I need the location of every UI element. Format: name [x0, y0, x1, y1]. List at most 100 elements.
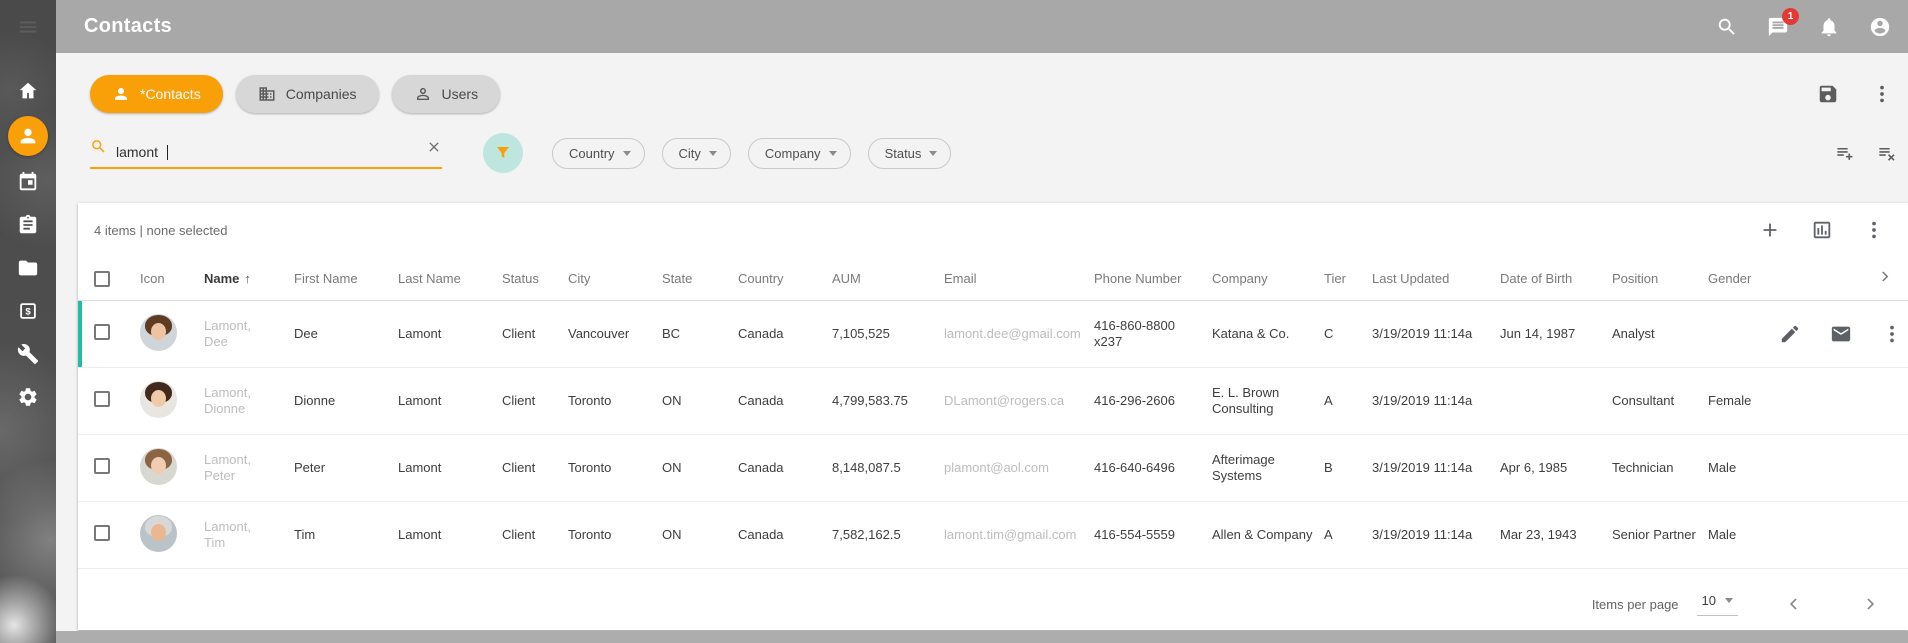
table-row[interactable]: Lamont, Tim Tim Lamont Client Toronto ON…: [78, 502, 1908, 569]
row-options-kebab-icon[interactable]: [1880, 322, 1904, 346]
avatar: [140, 515, 177, 552]
row-checkbox[interactable]: [94, 458, 110, 474]
tab-users[interactable]: Users: [392, 75, 501, 113]
cell-phone: 416-296-2606: [1094, 393, 1212, 409]
cell-city: Toronto: [568, 460, 662, 476]
filter-funnel-button[interactable]: [483, 133, 523, 173]
cell-company: E. L. Brown Consulting: [1212, 385, 1324, 417]
sidebar-item-tools[interactable]: [0, 332, 56, 375]
chat-badge: 1: [1782, 8, 1799, 25]
column-header-first[interactable]: First Name: [294, 271, 398, 286]
cell-company: Allen & Company: [1212, 527, 1324, 543]
filter-chip-country[interactable]: Country: [552, 138, 645, 169]
add-to-list-icon[interactable]: [1832, 141, 1856, 165]
sidebar-item-calendar[interactable]: [0, 160, 56, 203]
add-item-icon[interactable]: [1758, 218, 1782, 242]
notifications-bell-icon[interactable]: [1817, 15, 1841, 39]
column-header-updated[interactable]: Last Updated: [1372, 271, 1500, 286]
column-header-icon[interactable]: Icon: [140, 271, 204, 286]
cell-tier: B: [1324, 460, 1372, 476]
sidebar-item-settings[interactable]: [0, 375, 56, 418]
column-header-phone[interactable]: Phone Number: [1094, 271, 1212, 286]
chip-company-label: Company: [765, 146, 821, 161]
cell-last-name: Lamont: [398, 326, 502, 342]
sidebar-item-tasks[interactable]: [0, 203, 56, 246]
page-size-select[interactable]: 10: [1697, 593, 1738, 616]
chart-view-icon[interactable]: [1810, 218, 1834, 242]
column-header-status[interactable]: Status: [502, 271, 568, 286]
table-row[interactable]: Lamont, Dionne Dionne Lamont Client Toro…: [78, 368, 1908, 435]
search-field-icon: [90, 138, 107, 160]
select-all-checkbox[interactable]: [94, 271, 110, 287]
row-checkbox[interactable]: [94, 324, 110, 340]
column-header-gender[interactable]: Gender: [1708, 271, 1778, 286]
email-envelope-icon[interactable]: [1829, 322, 1853, 346]
cell-last-updated: 3/19/2019 11:14a: [1372, 460, 1500, 476]
cell-position: Analyst: [1612, 326, 1708, 342]
table-options-kebab-icon[interactable]: [1862, 218, 1886, 242]
tab-contacts[interactable]: *Contacts: [90, 75, 223, 113]
next-page-icon[interactable]: [1858, 592, 1882, 616]
cell-position: Consultant: [1612, 393, 1708, 409]
column-header-tier[interactable]: Tier: [1324, 271, 1372, 286]
active-indicator: [8, 116, 48, 156]
hamburger-menu-icon[interactable]: [16, 15, 40, 39]
cell-country: Canada: [738, 527, 832, 543]
column-header-company[interactable]: Company: [1212, 271, 1324, 286]
tab-contacts-label: *Contacts: [140, 86, 201, 102]
chip-status-label: Status: [885, 146, 922, 161]
edit-pencil-icon[interactable]: [1778, 322, 1802, 346]
table-row[interactable]: Lamont, Dee Dee Lamont Client Vancouver …: [78, 301, 1908, 368]
sidebar-item-billing[interactable]: $: [0, 289, 56, 332]
cell-aum: 4,799,583.75: [832, 393, 944, 409]
chat-icon[interactable]: 1: [1766, 15, 1790, 39]
account-circle-icon[interactable]: [1868, 15, 1892, 39]
remove-from-list-icon[interactable]: [1874, 141, 1898, 165]
clear-search-icon[interactable]: [426, 139, 442, 160]
cell-status: Client: [502, 326, 568, 342]
cell-first-name: Tim: [294, 527, 398, 543]
row-checkbox[interactable]: [94, 391, 110, 407]
column-header-dob[interactable]: Date of Birth: [1500, 271, 1612, 286]
table-header-row: IconName↑First NameLast NameStatusCitySt…: [78, 257, 1908, 301]
chevron-down-icon: [829, 151, 837, 156]
search-input[interactable]: lamont: [90, 138, 442, 169]
row-actions: [1778, 322, 1908, 346]
cell-last-updated: 3/19/2019 11:14a: [1372, 326, 1500, 342]
horizontal-scrollbar[interactable]: [56, 631, 1908, 643]
sidebar-item-home[interactable]: [0, 69, 56, 112]
column-header-city[interactable]: City: [568, 271, 662, 286]
column-header-email[interactable]: Email: [944, 271, 1094, 286]
cell-city: Toronto: [568, 393, 662, 409]
scroll-columns-right-icon[interactable]: [1876, 267, 1894, 290]
cell-state: BC: [662, 326, 738, 342]
more-options-kebab-icon[interactable]: [1870, 82, 1894, 106]
pagination-bar: Items per page 10: [78, 578, 1908, 630]
row-checkbox[interactable]: [94, 525, 110, 541]
sidebar-item-contacts[interactable]: [0, 112, 56, 160]
save-icon[interactable]: [1816, 82, 1840, 106]
cell-country: Canada: [738, 460, 832, 476]
cell-company: Katana & Co.: [1212, 326, 1324, 342]
column-header-state[interactable]: State: [662, 271, 738, 286]
chip-country-label: Country: [569, 146, 615, 161]
selection-summary: 4 items | none selected: [94, 223, 227, 238]
sidebar-item-files[interactable]: [0, 246, 56, 289]
column-header-country[interactable]: Country: [738, 271, 832, 286]
table-row[interactable]: Lamont, Peter Peter Lamont Client Toront…: [78, 435, 1908, 502]
avatar: [140, 314, 177, 351]
column-header-name[interactable]: Name↑: [204, 271, 294, 286]
cell-country: Canada: [738, 326, 832, 342]
column-header-last[interactable]: Last Name: [398, 271, 502, 286]
filter-chip-city[interactable]: City: [662, 138, 731, 169]
search-icon[interactable]: [1715, 15, 1739, 39]
tab-companies[interactable]: Companies: [236, 75, 379, 113]
previous-page-icon[interactable]: [1782, 592, 1806, 616]
column-header-position[interactable]: Position: [1612, 271, 1708, 286]
filter-chip-status[interactable]: Status: [868, 138, 952, 169]
cell-position: Technician: [1612, 460, 1708, 476]
column-header-aum[interactable]: AUM: [832, 271, 944, 286]
cell-gender: Male: [1708, 460, 1778, 476]
filter-chip-company[interactable]: Company: [748, 138, 851, 169]
table-header-cols: IconName↑First NameLast NameStatusCitySt…: [140, 271, 1778, 286]
